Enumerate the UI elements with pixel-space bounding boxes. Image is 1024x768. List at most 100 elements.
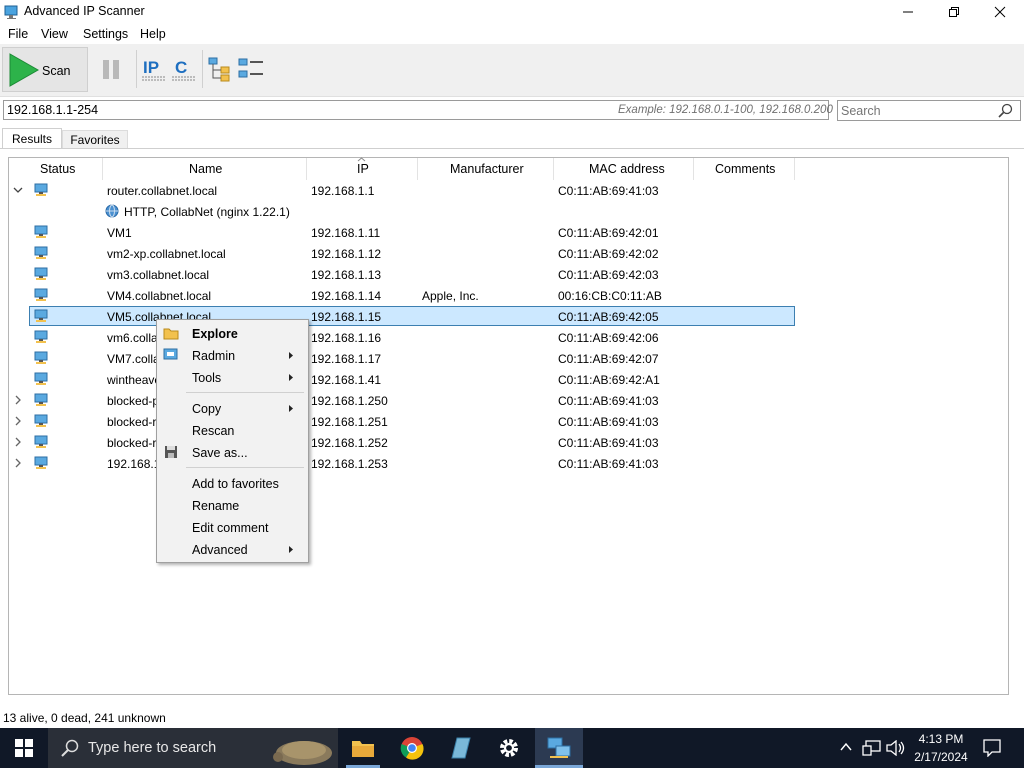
column-separator[interactable]	[693, 158, 694, 180]
folder-icon	[163, 328, 179, 340]
ip-range-example: Example: 192.168.0.1-100, 192.168.0.200	[618, 104, 833, 116]
submenu-arrow-icon	[289, 546, 293, 553]
menu-item-radmin[interactable]: Radmin	[192, 349, 235, 363]
column-separator[interactable]	[102, 158, 103, 180]
menu-item-advanced[interactable]: Advanced	[192, 543, 248, 557]
collapse-all-icon[interactable]	[238, 56, 264, 82]
menu-view[interactable]: View	[41, 27, 68, 41]
row-mac: C0:11:AB:69:42:05	[558, 310, 659, 324]
column-separator[interactable]	[794, 158, 795, 180]
tab-results[interactable]: Results	[2, 128, 62, 148]
menu-file[interactable]: File	[8, 27, 28, 41]
chevron-up-icon[interactable]	[840, 742, 852, 752]
menu-item-rename[interactable]: Rename	[192, 499, 239, 513]
search-icon[interactable]	[998, 103, 1013, 118]
svg-text:IP: IP	[143, 58, 159, 77]
volume-icon[interactable]	[886, 740, 906, 756]
chevron-right-icon[interactable]	[13, 416, 23, 426]
computer-icon	[34, 225, 48, 238]
column-header-manufacturer[interactable]: Manufacturer	[450, 162, 524, 176]
row-mac: C0:11:AB:69:42:02	[558, 247, 659, 261]
notification-icon[interactable]	[983, 739, 1001, 757]
column-header-name[interactable]: Name	[189, 162, 222, 176]
search-input[interactable]	[837, 100, 1021, 121]
column-header-status[interactable]: Status	[40, 162, 75, 176]
row-mac: C0:11:AB:69:42:03	[558, 268, 659, 282]
column-separator[interactable]	[553, 158, 554, 180]
row-mac: C0:11:AB:69:41:03	[558, 457, 659, 471]
network-icon[interactable]	[862, 740, 882, 756]
ip-subnet-icon[interactable]: IP	[141, 56, 167, 82]
app-icon[interactable]	[448, 736, 472, 760]
computer-icon	[34, 246, 48, 259]
column-header-comments[interactable]: Comments	[715, 162, 775, 176]
menu-item-rescan[interactable]: Rescan	[192, 424, 234, 438]
menu-item-edit-comment[interactable]: Edit comment	[192, 521, 268, 535]
chevron-down-icon[interactable]	[13, 185, 23, 195]
file-explorer-icon[interactable]	[351, 737, 375, 759]
chevron-right-icon[interactable]	[13, 458, 23, 468]
computer-icon	[34, 456, 48, 469]
row-ip: 192.168.1.13	[311, 268, 382, 282]
row-service[interactable]: HTTP, CollabNet (nginx 1.22.1)	[124, 205, 290, 219]
chevron-right-icon[interactable]	[13, 437, 23, 447]
row-ip: 192.168.1.252	[311, 436, 388, 450]
row-mac: C0:11:AB:69:42:01	[558, 226, 659, 240]
pause-button[interactable]	[92, 47, 130, 92]
settings-gear-icon[interactable]	[497, 736, 521, 760]
clock-date[interactable]: 2/17/2024	[906, 750, 976, 764]
menu-help[interactable]: Help	[140, 27, 166, 41]
close-icon	[994, 6, 1006, 18]
radmin-icon	[163, 348, 178, 360]
row-ip: 192.168.1.17	[311, 352, 382, 366]
pause-icon	[103, 60, 119, 79]
toolbar-divider	[136, 50, 137, 88]
search-icon	[61, 739, 79, 757]
column-separator[interactable]	[306, 158, 307, 180]
column-separator[interactable]	[417, 158, 418, 180]
row-mac: C0:11:AB:69:42:06	[558, 331, 659, 345]
row-ip: 192.168.1.15	[311, 310, 382, 324]
class-c-subnet-icon[interactable]: C	[171, 56, 197, 82]
globe-icon	[105, 204, 119, 218]
chevron-right-icon[interactable]	[13, 395, 23, 405]
windows-start-icon[interactable]	[15, 739, 33, 757]
column-header-mac[interactable]: MAC address	[589, 162, 665, 176]
search-highlight-image	[273, 741, 332, 765]
restore-button[interactable]	[931, 0, 977, 24]
computer-icon	[34, 372, 48, 385]
computer-icon	[34, 288, 48, 301]
row-ip: 192.168.1.41	[311, 373, 382, 387]
menu-item-copy[interactable]: Copy	[192, 402, 221, 416]
menu-settings[interactable]: Settings	[83, 27, 128, 41]
chrome-icon[interactable]	[400, 736, 424, 760]
submenu-arrow-icon	[289, 405, 293, 412]
menu-item-tools[interactable]: Tools	[192, 371, 221, 385]
computer-icon	[34, 393, 48, 406]
row-ip: 192.168.1.14	[311, 289, 382, 303]
play-icon	[9, 53, 39, 87]
row-mac: C0:11:AB:69:42:A1	[558, 373, 660, 387]
row-mac: 00:16:CB:C0:11:AB	[558, 289, 662, 303]
advanced-ip-scanner-icon[interactable]	[546, 736, 572, 760]
restore-icon	[949, 7, 959, 17]
computer-icon	[34, 309, 48, 322]
expand-all-icon[interactable]	[208, 56, 234, 82]
clock-time[interactable]: 4:13 PM	[906, 732, 976, 746]
menu-item-add-to-favorites[interactable]: Add to favorites	[192, 477, 279, 491]
close-button[interactable]	[977, 0, 1023, 24]
row-ip: 192.168.1.1	[311, 184, 375, 198]
computer-icon	[34, 267, 48, 280]
menu-item-explore[interactable]: Explore	[192, 327, 238, 341]
computer-icon	[34, 351, 48, 364]
column-header-ip[interactable]: IP	[357, 162, 369, 176]
window-title: Advanced IP Scanner	[24, 4, 145, 18]
row-name: blocked-p	[107, 394, 160, 408]
status-bar-text: 13 alive, 0 dead, 241 unknown	[3, 711, 166, 725]
row-mac: C0:11:AB:69:41:03	[558, 415, 659, 429]
tab-favorites[interactable]: Favorites	[62, 130, 128, 148]
minimize-button[interactable]	[885, 0, 931, 24]
menu-item-save-as[interactable]: Save as...	[192, 446, 248, 460]
tab-divider	[0, 148, 1024, 149]
computer-icon	[34, 414, 48, 427]
